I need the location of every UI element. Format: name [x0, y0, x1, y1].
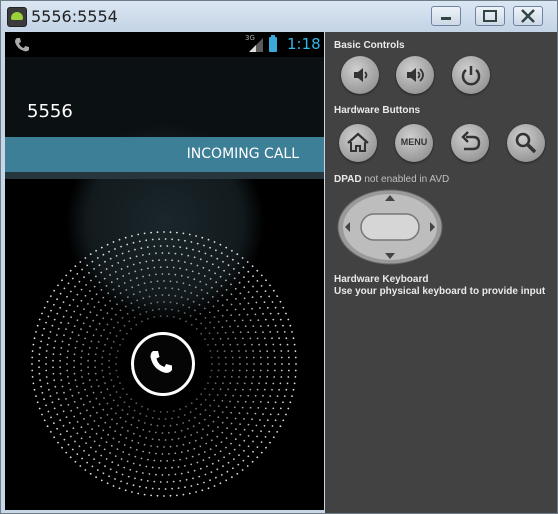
hardware-buttons-title: Hardware Buttons — [334, 105, 421, 116]
caller-number: 5556 — [27, 101, 73, 122]
power-icon — [461, 66, 481, 86]
phone-handset-icon — [150, 351, 172, 373]
answer-call-handle[interactable] — [131, 332, 195, 396]
controls-panel: Basic Controls Hardware Buttons MENU DPA… — [325, 32, 557, 513]
incoming-call-banner: INCOMING CALL — [5, 137, 324, 172]
window-title: 5556:5554 — [31, 7, 118, 26]
close-button[interactable] — [513, 6, 543, 26]
menu-button[interactable]: MENU — [395, 124, 433, 162]
volume-down-icon — [354, 68, 368, 82]
title-bar[interactable]: 5556:5554 — [1, 1, 557, 31]
maximize-button[interactable] — [475, 6, 505, 26]
status-time: 1:18 — [287, 35, 321, 53]
emulator-window: 5556:5554 3G 1:18 5556 INCOMING CALL Bas… — [0, 0, 558, 514]
signal-icon: 3G — [245, 34, 267, 58]
close-icon — [521, 9, 535, 23]
dpad-note: not enabled in AVD — [364, 174, 450, 185]
phone-status-icon — [15, 38, 29, 52]
android-icon — [7, 7, 27, 27]
volume-down-button[interactable] — [341, 56, 379, 94]
dpad-control[interactable] — [337, 189, 443, 265]
basic-controls-title: Basic Controls — [334, 40, 405, 51]
hardware-keyboard-title: Hardware Keyboard — [334, 274, 429, 285]
status-bar: 3G 1:18 — [5, 32, 324, 57]
incoming-call-label: INCOMING CALL — [186, 146, 299, 162]
home-icon — [347, 132, 369, 152]
maximize-icon — [483, 10, 497, 22]
hardware-keyboard-desc: Use your physical keyboard to provide in… — [334, 286, 546, 297]
search-icon — [515, 132, 537, 154]
home-button[interactable] — [339, 124, 377, 162]
banner-divider — [5, 172, 324, 179]
network-type-label: 3G — [245, 34, 255, 42]
phone-screen[interactable]: 3G 1:18 5556 INCOMING CALL — [5, 32, 324, 510]
menu-button-label: MENU — [400, 137, 428, 147]
minimize-icon — [441, 17, 451, 20]
dpad-title: DPAD not enabled in AVD — [334, 174, 449, 185]
volume-up-button[interactable] — [396, 56, 434, 94]
back-icon — [461, 131, 481, 151]
dpad-label: DPAD — [334, 174, 362, 185]
power-button[interactable] — [452, 56, 490, 94]
volume-up-icon — [407, 68, 424, 82]
hardware-keyboard-section: Hardware Keyboard Use your physical keyb… — [334, 274, 545, 298]
battery-icon — [269, 35, 277, 52]
minimize-button[interactable] — [431, 6, 461, 26]
search-button[interactable] — [507, 124, 545, 162]
back-button[interactable] — [451, 124, 489, 162]
caller-info: 5556 — [5, 57, 324, 322]
dpad-center-button — [360, 213, 420, 241]
